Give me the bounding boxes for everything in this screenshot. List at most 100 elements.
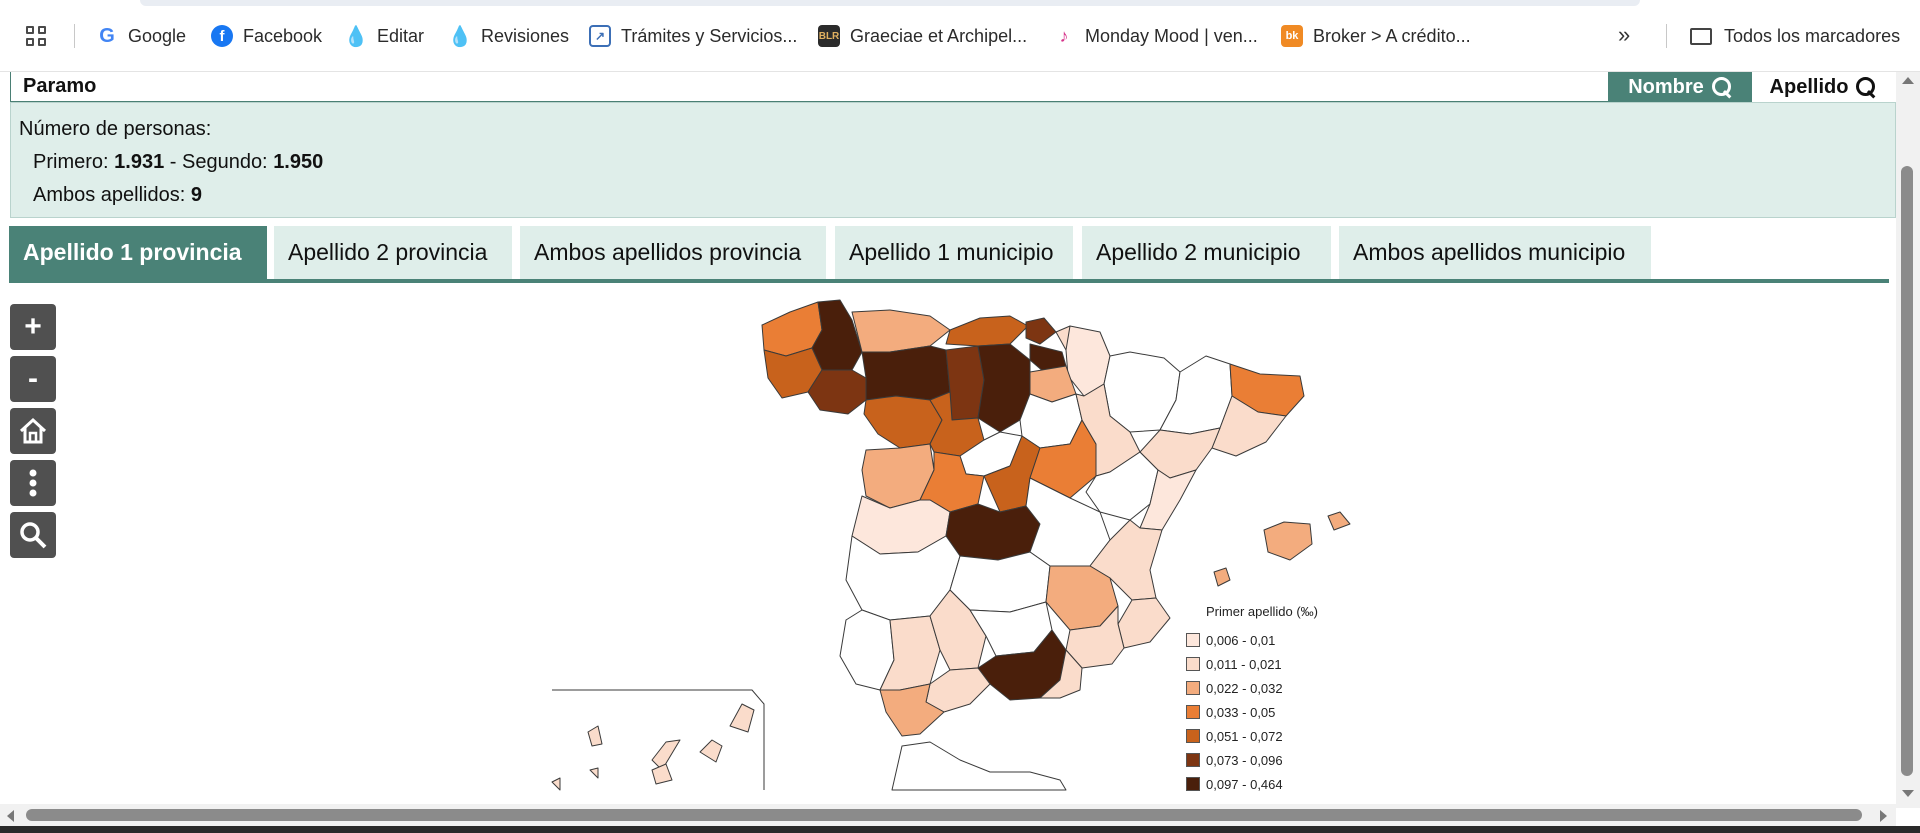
bookmark-label: Facebook — [243, 25, 323, 46]
legend-swatch — [1186, 753, 1200, 767]
province-baleares-mallorca[interactable] — [1263, 521, 1313, 561]
scroll-up-arrow-icon[interactable] — [1900, 74, 1916, 86]
tab-label: Apellido 2 provincia — [288, 239, 488, 265]
tab-apellido-2-municipio[interactable]: Apellido 2 municipio — [1082, 226, 1331, 279]
bookmark-tramites[interactable]: ↗ Trámites y Servicios... — [589, 22, 797, 50]
search-icon — [1856, 77, 1876, 97]
bookmark-monday-mood[interactable]: ♪ Monday Mood | ven... — [1053, 22, 1258, 50]
home-button[interactable] — [10, 408, 56, 454]
surname-search-input[interactable]: Paramo — [10, 72, 1610, 102]
tab-apellido-1-municipio[interactable]: Apellido 1 municipio — [835, 226, 1073, 279]
scroll-right-arrow-icon[interactable] — [1878, 808, 1890, 824]
tab-label: Apellido 1 provincia — [23, 239, 242, 265]
horizontal-scrollbar-thumb[interactable] — [26, 809, 1862, 821]
legend-label: 0,011 - 0,021 — [1206, 656, 1282, 672]
zoom-in-icon: + — [24, 310, 42, 343]
bookmark-label: Trámites y Servicios... — [621, 25, 798, 46]
all-bookmarks-button[interactable]: Todos los marcadores — [1690, 22, 1900, 50]
province-vizcaya[interactable] — [1025, 317, 1057, 345]
ambos-value: 9 — [190, 184, 202, 206]
north-africa-coast — [891, 741, 1067, 791]
province-lugo[interactable] — [811, 299, 863, 371]
bookmark-label: Graeciae et Archipel... — [850, 25, 1028, 46]
google-icon: G — [99, 24, 115, 47]
province-malaga[interactable] — [925, 667, 991, 713]
legend-swatch — [1186, 729, 1200, 743]
legend-swatch — [1186, 705, 1200, 719]
province-las-palmas[interactable] — [651, 703, 755, 771]
legend-title: Primer apellido (‰) — [1206, 604, 1318, 619]
blr-icon: BLR — [818, 25, 840, 47]
tab-strip-edge — [140, 0, 1640, 6]
people-count-panel: Número de personas: Primero: 1.931 - Seg… — [10, 102, 1896, 218]
more-bookmarks-chevron-icon[interactable]: » — [1618, 22, 1630, 48]
tab-apellido-2-provincia[interactable]: Apellido 2 provincia — [274, 226, 512, 279]
legend-swatch — [1186, 633, 1200, 647]
tab-apellido-1-provincia[interactable]: Apellido 1 provincia — [9, 226, 267, 279]
bookmarks-separator — [74, 24, 75, 48]
drupal-icon: 💧 — [343, 25, 369, 48]
view-tabs: Apellido 1 provincia Apellido 2 provinci… — [9, 226, 1889, 283]
scroll-left-arrow-icon[interactable] — [4, 808, 16, 824]
province-ciudad-real[interactable] — [949, 551, 1051, 613]
province-cantabria[interactable] — [945, 315, 1029, 347]
search-by-apellido-button[interactable]: Apellido — [1752, 72, 1894, 102]
folder-icon — [1690, 27, 1712, 45]
tab-label: Ambos apellidos municipio — [1353, 239, 1626, 265]
scroll-down-arrow-icon[interactable] — [1900, 788, 1916, 800]
bookmark-editar[interactable]: 💧 Editar — [343, 22, 424, 50]
more-icon — [29, 469, 37, 497]
legend-swatch — [1186, 777, 1200, 791]
home-icon — [19, 417, 47, 444]
bookmark-label: Google — [128, 25, 187, 46]
zoom-out-icon: - — [28, 362, 38, 395]
province-asturias[interactable] — [851, 309, 951, 353]
taskbar-edge — [0, 826, 1920, 833]
bookmark-graeciae[interactable]: BLR Graeciae et Archipel... — [818, 22, 1027, 50]
tab-label: Apellido 2 municipio — [1096, 239, 1301, 265]
search-by-nombre-button[interactable]: Nombre — [1608, 72, 1752, 102]
primero-value: 1.931 — [114, 151, 165, 173]
tab-label: Apellido 1 municipio — [849, 239, 1054, 265]
bookmark-broker[interactable]: bk Broker > A crédito... — [1281, 22, 1471, 50]
bookmark-label: Revisiones — [481, 25, 570, 46]
legend-label: 0,097 - 0,464 — [1206, 776, 1283, 792]
search-icon — [1711, 77, 1732, 97]
bookmark-facebook[interactable]: f Facebook — [211, 22, 322, 50]
bk-icon: bk — [1281, 25, 1303, 47]
primero-label: Primero: — [33, 151, 109, 173]
surname-search-bar: Paramo Nombre Apellido — [10, 72, 1896, 102]
both-surnames-count: Ambos apellidos: 9 — [19, 179, 1887, 212]
legend-label: 0,073 - 0,096 — [1206, 752, 1283, 768]
legend-item: 0,011 - 0,021 — [1186, 652, 1366, 676]
map-search-button[interactable] — [10, 512, 56, 558]
province-alicante[interactable] — [1117, 597, 1171, 649]
province-baleares-ibiza[interactable] — [1213, 567, 1231, 587]
province-zamora[interactable] — [863, 395, 943, 449]
province-leon[interactable] — [861, 345, 951, 401]
first-second-counts: Primero: 1.931 - Segundo: 1.950 — [19, 146, 1887, 179]
tab-ambos-apellidos-municipio[interactable]: Ambos apellidos municipio — [1339, 226, 1651, 279]
tab-ambos-apellidos-provincia[interactable]: Ambos apellidos provincia — [520, 226, 826, 279]
legend-swatch — [1186, 657, 1200, 671]
zoom-in-button[interactable]: + — [10, 304, 56, 350]
legend-label: 0,051 - 0,072 — [1206, 728, 1283, 744]
legend-swatch — [1186, 681, 1200, 695]
legend-item: 0,033 - 0,05 — [1186, 700, 1366, 724]
province-toledo[interactable] — [945, 503, 1041, 561]
vertical-scrollbar-thumb[interactable] — [1901, 166, 1913, 776]
zoom-out-button[interactable]: - — [10, 356, 56, 402]
legend-item: 0,006 - 0,01 — [1186, 628, 1366, 652]
spain-provinces-map[interactable] — [540, 292, 1680, 798]
people-count-heading: Número de personas: — [19, 118, 212, 140]
more-options-button[interactable] — [10, 460, 56, 506]
bookmark-google[interactable]: G Google — [96, 22, 186, 50]
facebook-icon: f — [211, 25, 233, 47]
bookmark-revisiones[interactable]: 💧 Revisiones — [448, 22, 570, 50]
apps-grid-icon[interactable] — [26, 26, 50, 50]
segundo-value: 1.950 — [273, 151, 324, 173]
legend-label: 0,022 - 0,032 — [1206, 680, 1283, 696]
legend-item: 0,073 - 0,096 — [1186, 748, 1366, 772]
province-baleares-menorca[interactable] — [1327, 511, 1351, 531]
segundo-label: - Segundo: — [169, 151, 268, 173]
